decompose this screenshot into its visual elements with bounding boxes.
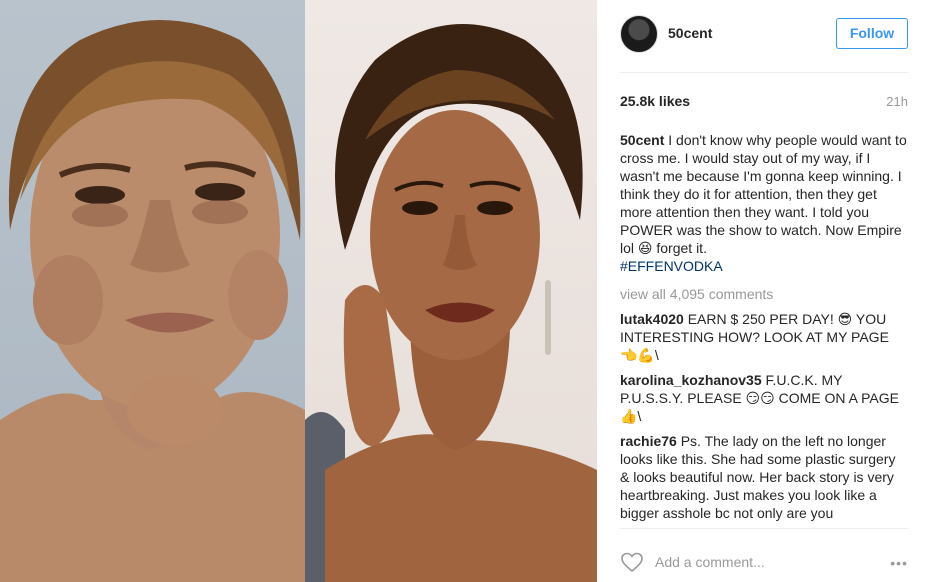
comment-username[interactable]: karolina_kozhanov35 [620, 372, 762, 388]
add-comment-input[interactable] [655, 552, 875, 572]
more-options-icon[interactable]: ••• [884, 555, 908, 571]
photo-right-portrait [305, 0, 597, 582]
post-photo[interactable] [0, 0, 597, 582]
likes-count[interactable]: 25.8k likes [620, 93, 690, 109]
likes-row: 25.8k likes 21h [620, 93, 908, 111]
heart-outline-icon[interactable] [620, 550, 644, 574]
list-item: lutak4020 EARN $ 250 PER DAY! 😎 YOU INTE… [620, 310, 908, 364]
footer-divider [620, 528, 908, 529]
comments-list[interactable]: 50cent I don't know why people would wan… [620, 131, 908, 524]
post-side-panel: 50cent Follow 25.8k likes 21h 50cent I d… [597, 0, 926, 582]
header-divider [620, 72, 908, 73]
avatar[interactable] [620, 15, 658, 53]
comment-username[interactable]: rachie76 [620, 433, 677, 449]
left-portrait-illustration [0, 20, 305, 582]
caption: 50cent I don't know why people would wan… [620, 131, 908, 275]
comment-username[interactable]: lutak4020 [620, 311, 684, 327]
list-item: rachie76 Ps. The lady on the left no lon… [620, 432, 908, 524]
view-all-comments-link[interactable]: view all 4,095 comments [620, 285, 908, 303]
post-header: 50cent Follow [620, 15, 908, 53]
post-timestamp[interactable]: 21h [886, 94, 908, 109]
caption-hashtag[interactable]: #EFFENVODKA [620, 258, 723, 274]
follow-button[interactable]: Follow [836, 18, 908, 49]
post-author-username[interactable]: 50cent [668, 25, 712, 41]
comment-footer: ••• [620, 550, 908, 574]
right-portrait-illustration [305, 24, 597, 582]
caption-text: I don't know why people would want to cr… [620, 132, 907, 256]
list-item: karolina_kozhanov35 F.U.C.K. MY P.U.S.S.… [620, 371, 908, 425]
caption-username[interactable]: 50cent [620, 132, 664, 148]
photo-left-portrait [0, 0, 305, 582]
